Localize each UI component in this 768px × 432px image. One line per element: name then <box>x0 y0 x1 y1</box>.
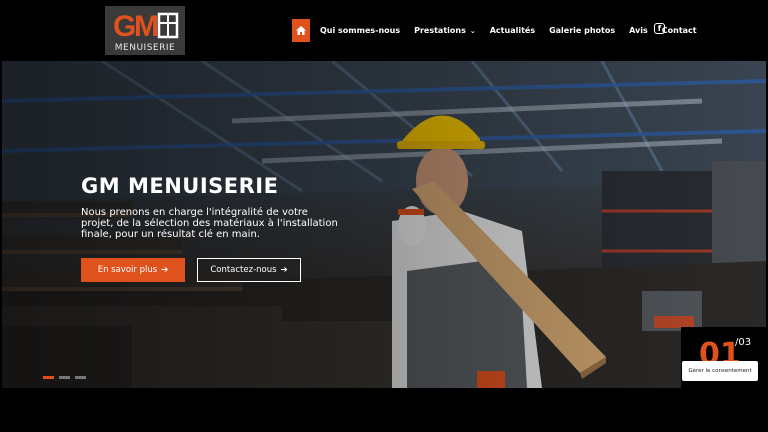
contact-label: Contactez-nous <box>210 265 277 275</box>
contact-button[interactable]: Contactez-nous ➔ <box>197 258 301 282</box>
chevron-down-icon: ⌄ <box>469 26 476 35</box>
main-nav: Qui sommes-nous Prestations ⌄ Actualités … <box>292 19 711 42</box>
learn-more-button[interactable]: En savoir plus ➔ <box>81 258 185 282</box>
arrow-right-icon: ➔ <box>161 265 169 275</box>
home-icon <box>296 26 306 35</box>
consent-label: Gérer le consentement <box>688 368 752 374</box>
nav-item-label: Qui sommes-nous <box>320 26 401 35</box>
nav-item-qui-sommes-nous[interactable]: Qui sommes-nous <box>320 26 400 35</box>
nav-home-button[interactable] <box>292 19 310 42</box>
nav-item-label: Galerie photos <box>549 26 616 35</box>
consent-button[interactable]: Gérer le consentement <box>682 361 758 381</box>
svg-text:G: G <box>113 10 136 42</box>
page-bottom <box>0 388 768 432</box>
logo-mark-icon: G M <box>113 10 179 42</box>
slide-total: /03 <box>735 337 752 348</box>
logo[interactable]: G M MENUISERIE <box>105 6 185 55</box>
hero-slider: GM MENUISERIE Nous prenons en charge l'i… <box>2 61 766 388</box>
logo-text: MENUISERIE <box>114 43 176 53</box>
nav-item-label: Prestations <box>414 26 466 35</box>
svg-text:M: M <box>134 10 159 42</box>
site-header: G M MENUISERIE Qui sommes-nous Prestatio… <box>0 0 768 61</box>
slider-dot-2[interactable] <box>59 376 70 379</box>
nav-item-contact[interactable]: Contact <box>662 26 697 35</box>
slider-dots <box>43 376 91 379</box>
nav-item-prestations[interactable]: Prestations ⌄ <box>414 26 476 35</box>
nav-item-actualites[interactable]: Actualités <box>490 26 535 35</box>
nav-item-avis[interactable]: Avis <box>629 26 648 35</box>
arrow-right-icon: ➔ <box>280 265 288 275</box>
slider-dot-3[interactable] <box>75 376 86 379</box>
hero-title: GM MENUISERIE <box>81 174 279 198</box>
facebook-icon[interactable]: f <box>654 23 665 34</box>
slider-dot-1[interactable] <box>43 376 54 379</box>
nav-item-label: Actualités <box>489 26 536 35</box>
hero-description: Nous prenons en charge l'intégralité de … <box>81 207 338 240</box>
nav-item-label: Contact <box>661 26 697 35</box>
nav-item-label: Avis <box>629 26 648 35</box>
learn-more-label: En savoir plus <box>97 265 158 275</box>
nav-item-galerie-photos[interactable]: Galerie photos <box>549 26 615 35</box>
